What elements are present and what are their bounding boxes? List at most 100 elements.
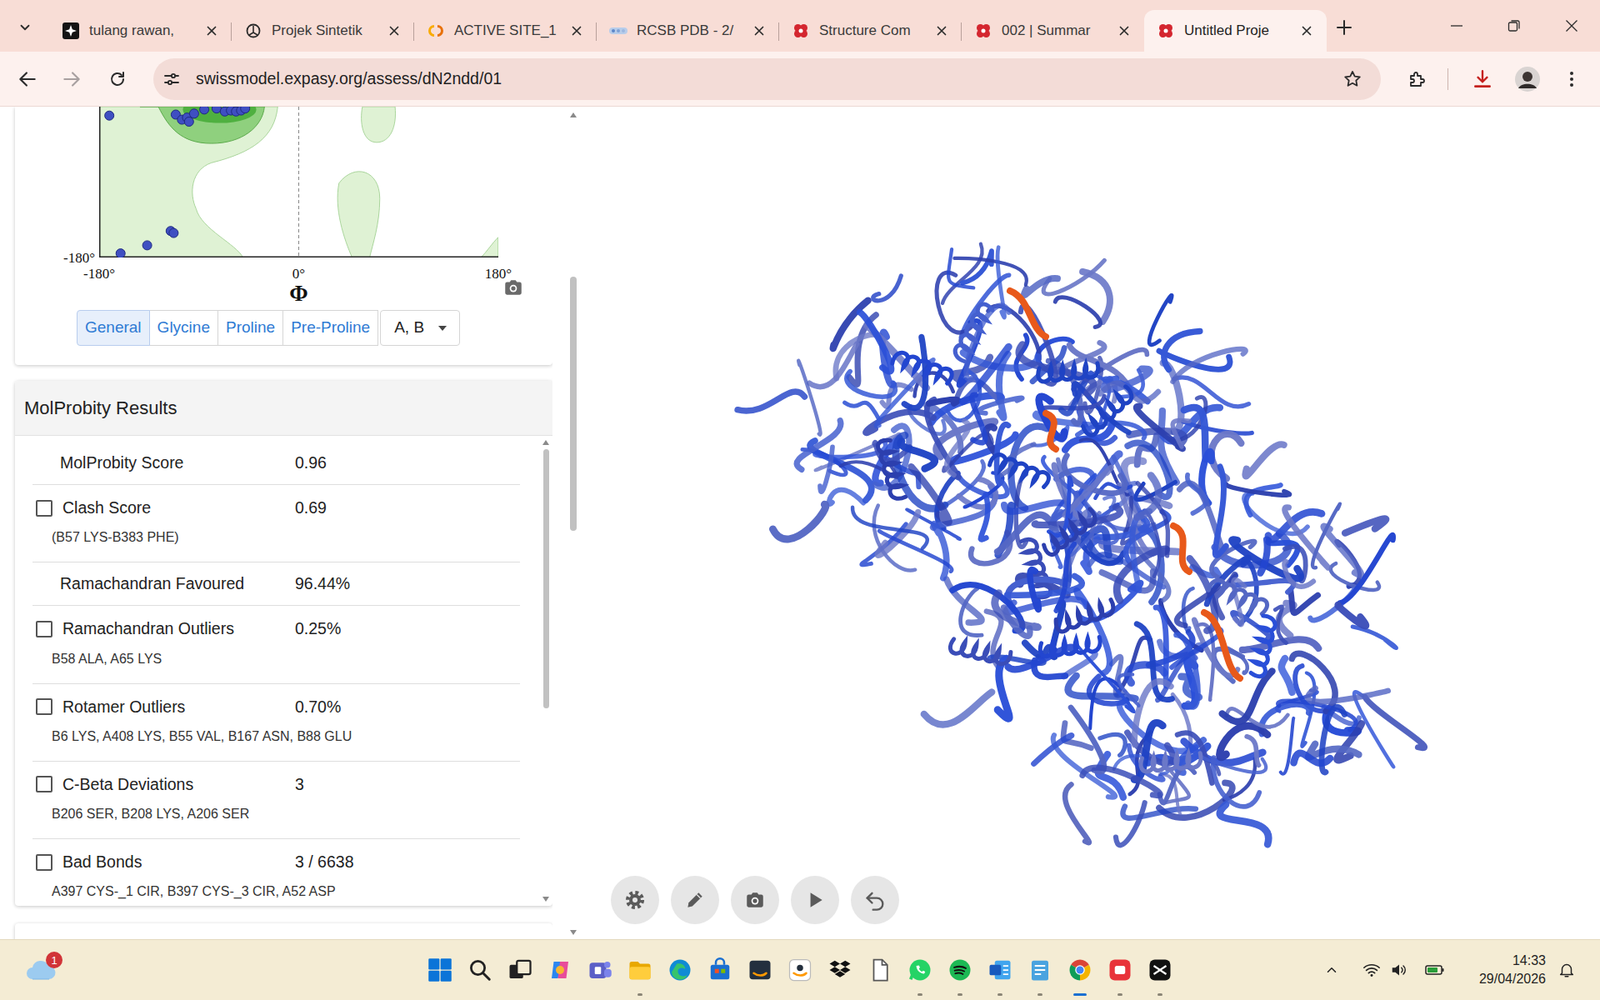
wifi-button[interactable]: [1361, 960, 1382, 980]
residue-point[interactable]: [189, 109, 199, 119]
tab-close-button[interactable]: [568, 22, 585, 40]
menu-button[interactable]: [1553, 60, 1590, 98]
table-scrollbar[interactable]: [540, 439, 551, 903]
minimize-button[interactable]: [1427, 0, 1485, 52]
taskbar-app[interactable]: [820, 940, 860, 1000]
clock-date: 29/04/2026: [1466, 970, 1546, 989]
file-icon: [867, 957, 893, 983]
close-window-button[interactable]: [1542, 0, 1600, 52]
row-value: 3: [295, 772, 305, 797]
taskbar-app[interactable]: [900, 940, 940, 1000]
plot-view-button[interactable]: Proline: [217, 310, 284, 346]
taskbar-apps: [420, 940, 1180, 1000]
restore-button[interactable]: [1485, 0, 1543, 52]
highlight-checkbox[interactable]: [35, 698, 53, 715]
chain-select[interactable]: A, B: [380, 310, 460, 346]
taskbar-app[interactable]: [660, 940, 700, 1000]
molprobity-header: MolProbity Results: [15, 380, 553, 436]
taskbar-app[interactable]: [940, 940, 980, 1000]
taskbar-app[interactable]: [620, 940, 660, 1000]
tab-separator: [230, 22, 232, 41]
show-hidden-icons-button[interactable]: [1321, 960, 1342, 980]
taskbar-app[interactable]: [1060, 940, 1100, 1000]
plot-view-button[interactable]: General: [76, 310, 150, 346]
plot-snapshot-button[interactable]: [502, 276, 525, 299]
settings-button[interactable]: [610, 875, 660, 925]
play-button[interactable]: [790, 875, 840, 925]
taskbar-app[interactable]: [860, 940, 900, 1000]
back-button[interactable]: [9, 60, 46, 98]
address-bar[interactable]: swissmodel.expasy.org/assess/dN2ndd/01: [153, 58, 1381, 100]
taskbar-app[interactable]: [1100, 940, 1140, 1000]
plus-icon: [1335, 19, 1353, 36]
battery-button[interactable]: [1425, 960, 1445, 980]
plot-view-button[interactable]: Glycine: [149, 310, 219, 346]
taskbar-app[interactable]: [740, 940, 780, 1000]
scroll-thumb[interactable]: [543, 449, 550, 709]
browser-tab[interactable]: Structure Com: [779, 10, 962, 52]
close-icon: [388, 25, 400, 37]
browser-tab[interactable]: Projek Sintetik: [231, 10, 415, 52]
url-text[interactable]: swissmodel.expasy.org/assess/dN2ndd/01: [195, 66, 1343, 91]
profile-button[interactable]: [1509, 60, 1546, 98]
highlight-checkbox[interactable]: [35, 500, 53, 517]
close-icon: [753, 25, 765, 37]
tab-close-button[interactable]: [933, 22, 950, 40]
clock[interactable]: 14:3329/04/2026: [1466, 951, 1546, 988]
taskbar-app[interactable]: [1140, 940, 1180, 1000]
browser-tab[interactable]: RCSB PDB - 2/: [596, 10, 780, 52]
taskbar-app[interactable]: [700, 940, 740, 1000]
taskbar-app[interactable]: [580, 940, 620, 1000]
app-logo-icon: [60, 22, 81, 40]
residue-point[interactable]: [211, 106, 221, 114]
tab-search-button[interactable]: [8, 10, 42, 45]
plot-view-button[interactable]: Pre-Proline: [282, 310, 379, 346]
taskbar-app[interactable]: [460, 940, 500, 1000]
browser-tab[interactable]: Untitled Proje: [1144, 10, 1327, 52]
row-detail: (B57 LYS-B383 PHE): [32, 527, 520, 548]
page-scrollbar[interactable]: [552, 106, 595, 940]
tab-close-button[interactable]: [385, 22, 403, 40]
new-tab-button[interactable]: [1327, 10, 1361, 45]
extensions-button[interactable]: [1398, 60, 1435, 98]
reload-button[interactable]: [99, 60, 136, 98]
molprobity-row: Ramachandran Favoured96.44%: [32, 562, 520, 606]
tab-title: 002 | Summar: [1001, 20, 1108, 42]
residue-point[interactable]: [142, 240, 152, 250]
highlight-checkbox[interactable]: [35, 620, 53, 638]
scroll-thumb[interactable]: [570, 276, 577, 531]
browser-tab[interactable]: 002 | Summar: [961, 10, 1145, 52]
taskbar-app[interactable]: [980, 940, 1020, 1000]
wps-icon: [1107, 957, 1133, 983]
ramachandran-card: -180°-180°0°180°ΦGeneralGlycineProlinePr…: [15, 106, 553, 365]
notifications-button[interactable]: [1556, 960, 1577, 980]
taskbar-app[interactable]: [540, 940, 580, 1000]
residue-point[interactable]: [200, 106, 210, 115]
molprobity-card: MolProbity ResultsMolProbity Score0.96Cl…: [15, 380, 553, 906]
tab-close-button[interactable]: [1298, 22, 1315, 40]
tab-close-button[interactable]: [750, 22, 768, 40]
volume-button[interactable]: [1389, 960, 1410, 980]
taskbar-app[interactable]: [780, 940, 820, 1000]
taskbar-app[interactable]: [500, 940, 540, 1000]
snapshot-button[interactable]: [730, 875, 780, 925]
structure-viewer[interactable]: [594, 106, 1600, 940]
taskbar-app[interactable]: [1020, 940, 1060, 1000]
edit-button[interactable]: [670, 875, 720, 925]
residue-point[interactable]: [105, 110, 115, 120]
reset-view-button[interactable]: [850, 875, 900, 925]
highlight-checkbox[interactable]: [35, 854, 53, 871]
tab-close-button[interactable]: [203, 22, 220, 40]
residue-point[interactable]: [169, 228, 179, 238]
highlight-checkbox[interactable]: [35, 775, 53, 793]
residue-point[interactable]: [184, 117, 194, 127]
weather-widget[interactable]: 1: [20, 950, 61, 990]
downloads-button[interactable]: [1464, 60, 1501, 98]
taskbar-app[interactable]: [420, 940, 460, 1000]
tab-close-button[interactable]: [1115, 22, 1133, 40]
browser-tab[interactable]: ACTIVE SITE_1: [414, 10, 597, 52]
residue-point[interactable]: [240, 106, 250, 114]
residue-point[interactable]: [115, 249, 125, 258]
browser-tab[interactable]: tulang rawan,: [49, 10, 232, 52]
molecule-canvas[interactable]: [594, 106, 1600, 865]
